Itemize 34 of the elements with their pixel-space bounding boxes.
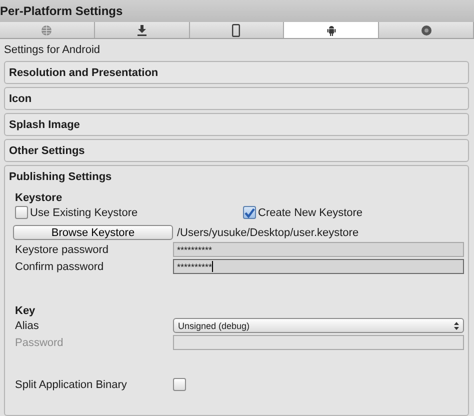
section-header[interactable]: Resolution and Presentation [4,61,469,84]
field-label: Alias [14,320,40,332]
keystore-path: /Users/yusuke/Desktop/user.keystore [177,226,359,238]
field-label: Confirm password [14,260,105,272]
panel-title: Per-Platform Settings [0,4,123,18]
stepper-icon [454,322,459,330]
checkbox[interactable] [173,378,186,391]
password-field[interactable]: ********** [173,242,464,257]
download-icon [136,24,147,36]
field-label: Split Application Binary [14,378,128,390]
disc-icon [420,24,432,36]
field-label: Keystore password [14,244,110,256]
checkbox-label: Create New Keystore [258,206,363,218]
platform-tab[interactable] [94,22,190,38]
phone-icon [232,24,240,36]
field-label: Password [14,336,64,348]
group-heading: Keystore [14,191,64,204]
section-header[interactable]: Other Settings [4,139,469,162]
checkbox-label: Use Existing Keystore [30,206,138,218]
password-field[interactable]: ********** [173,259,464,274]
platform-tab[interactable] [190,22,284,38]
settings-subtitle: Settings for Android [3,43,102,58]
section-header[interactable]: Splash Image [4,113,469,136]
globe-icon [41,24,52,36]
android-icon [326,24,336,36]
group-heading: Key [14,304,36,317]
checkbox[interactable] [243,206,256,219]
browse-keystore-button[interactable]: Browse Keystore [13,225,173,240]
checkbox[interactable] [15,206,28,219]
platform-tab[interactable] [284,22,380,38]
section-header[interactable]: Icon [4,87,469,110]
platform-tab[interactable] [379,22,474,38]
alias-dropdown[interactable]: Unsigned (debug) [173,318,464,333]
section-title: Publishing Settings [9,170,113,183]
